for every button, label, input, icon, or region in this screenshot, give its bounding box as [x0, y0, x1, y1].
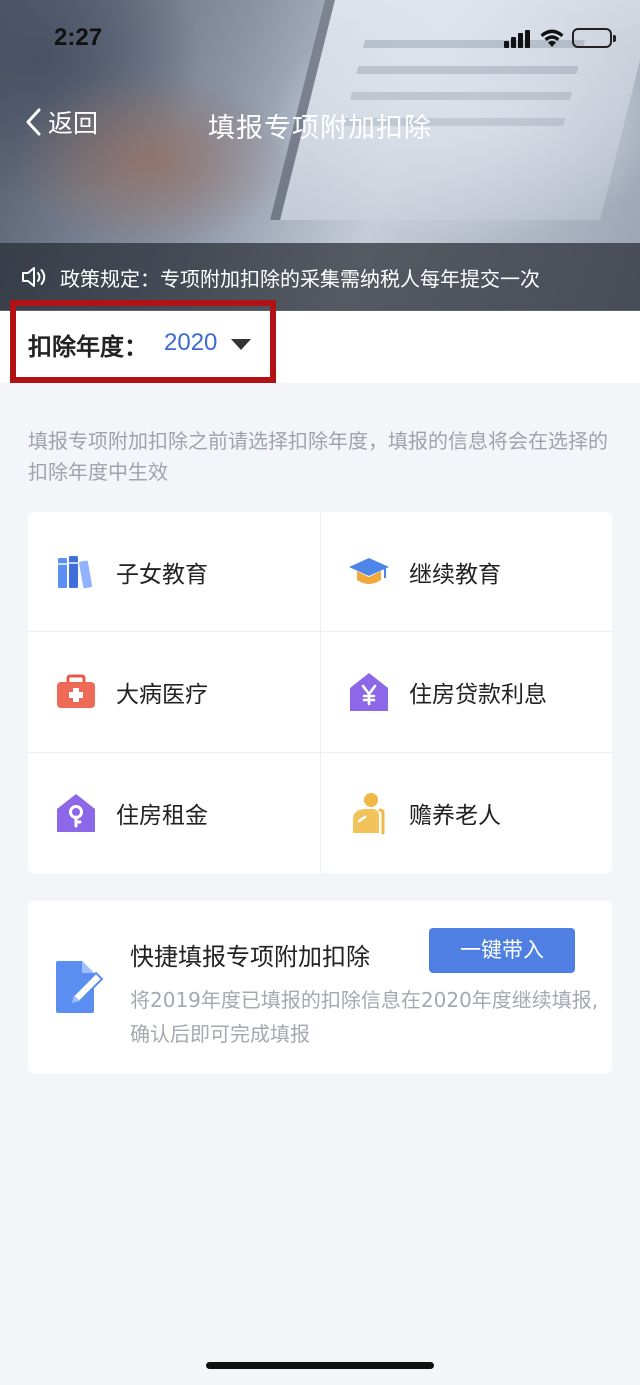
house-key-icon	[54, 791, 98, 835]
year-selector-bar: 扣除年度： 2020	[0, 300, 640, 383]
category-continuing-education[interactable]: 继续教育	[320, 512, 612, 632]
category-children-education[interactable]: 子女教育	[28, 512, 320, 632]
year-value: 2020	[164, 329, 218, 356]
home-indicator[interactable]	[206, 1362, 434, 1369]
quick-fill-title: 快捷填报专项附加扣除	[130, 943, 370, 971]
medical-kit-icon	[54, 670, 98, 714]
page-title: 填报专项附加扣除	[208, 113, 432, 144]
year-dropdown[interactable]: 2020	[164, 327, 252, 359]
category-serious-illness[interactable]: 大病医疗	[28, 632, 320, 753]
house-yen-icon	[347, 670, 391, 714]
elderly-person-icon	[347, 791, 391, 835]
status-bar: 2:27	[0, 0, 640, 80]
one-click-import-button[interactable]: 一键带入	[429, 928, 575, 973]
category-label: 住房租金	[116, 803, 208, 829]
category-label: 大病医疗	[116, 682, 208, 708]
status-time: 2:27	[54, 24, 103, 51]
category-label: 住房贷款利息	[409, 682, 547, 708]
category-housing-rent[interactable]: 住房租金	[28, 753, 320, 873]
deduction-category-grid: 子女教育 继续教育 大病医疗 住房贷款利息 住房租金 赡养老人	[28, 512, 612, 873]
quick-fill-card: 快捷填报专项附加扣除 一键带入 将2019年度已填报的扣除信息在2020年度继续…	[28, 901, 612, 1073]
quick-fill-description: 将2019年度已填报的扣除信息在2020年度继续填报,确认后即可完成填报	[130, 988, 599, 1046]
speaker-icon	[22, 267, 46, 287]
books-icon	[54, 550, 98, 594]
caret-down-icon	[231, 338, 252, 350]
document-edit-icon	[56, 961, 104, 1013]
signal-icon	[504, 30, 530, 48]
category-label: 赡养老人	[409, 803, 501, 829]
graduation-cap-icon	[347, 550, 391, 594]
category-housing-loan-interest[interactable]: 住房贷款利息	[320, 632, 612, 753]
policy-notice-text: 政策规定：专项附加扣除的采集需纳税人每年提交一次	[60, 266, 540, 291]
category-elderly-support[interactable]: 赡养老人	[320, 753, 612, 873]
battery-icon	[572, 28, 616, 48]
category-label: 子女教育	[116, 561, 208, 588]
year-hint-text: 填报专项附加扣除之前请选择扣除年度，填报的信息将会在选择的扣除年度中生效	[28, 429, 608, 484]
category-label: 继续教育	[409, 561, 501, 588]
nav-bar: 返回 填报专项附加扣除	[0, 92, 640, 152]
wifi-icon	[538, 26, 566, 48]
year-label: 扣除年度：	[28, 333, 148, 361]
